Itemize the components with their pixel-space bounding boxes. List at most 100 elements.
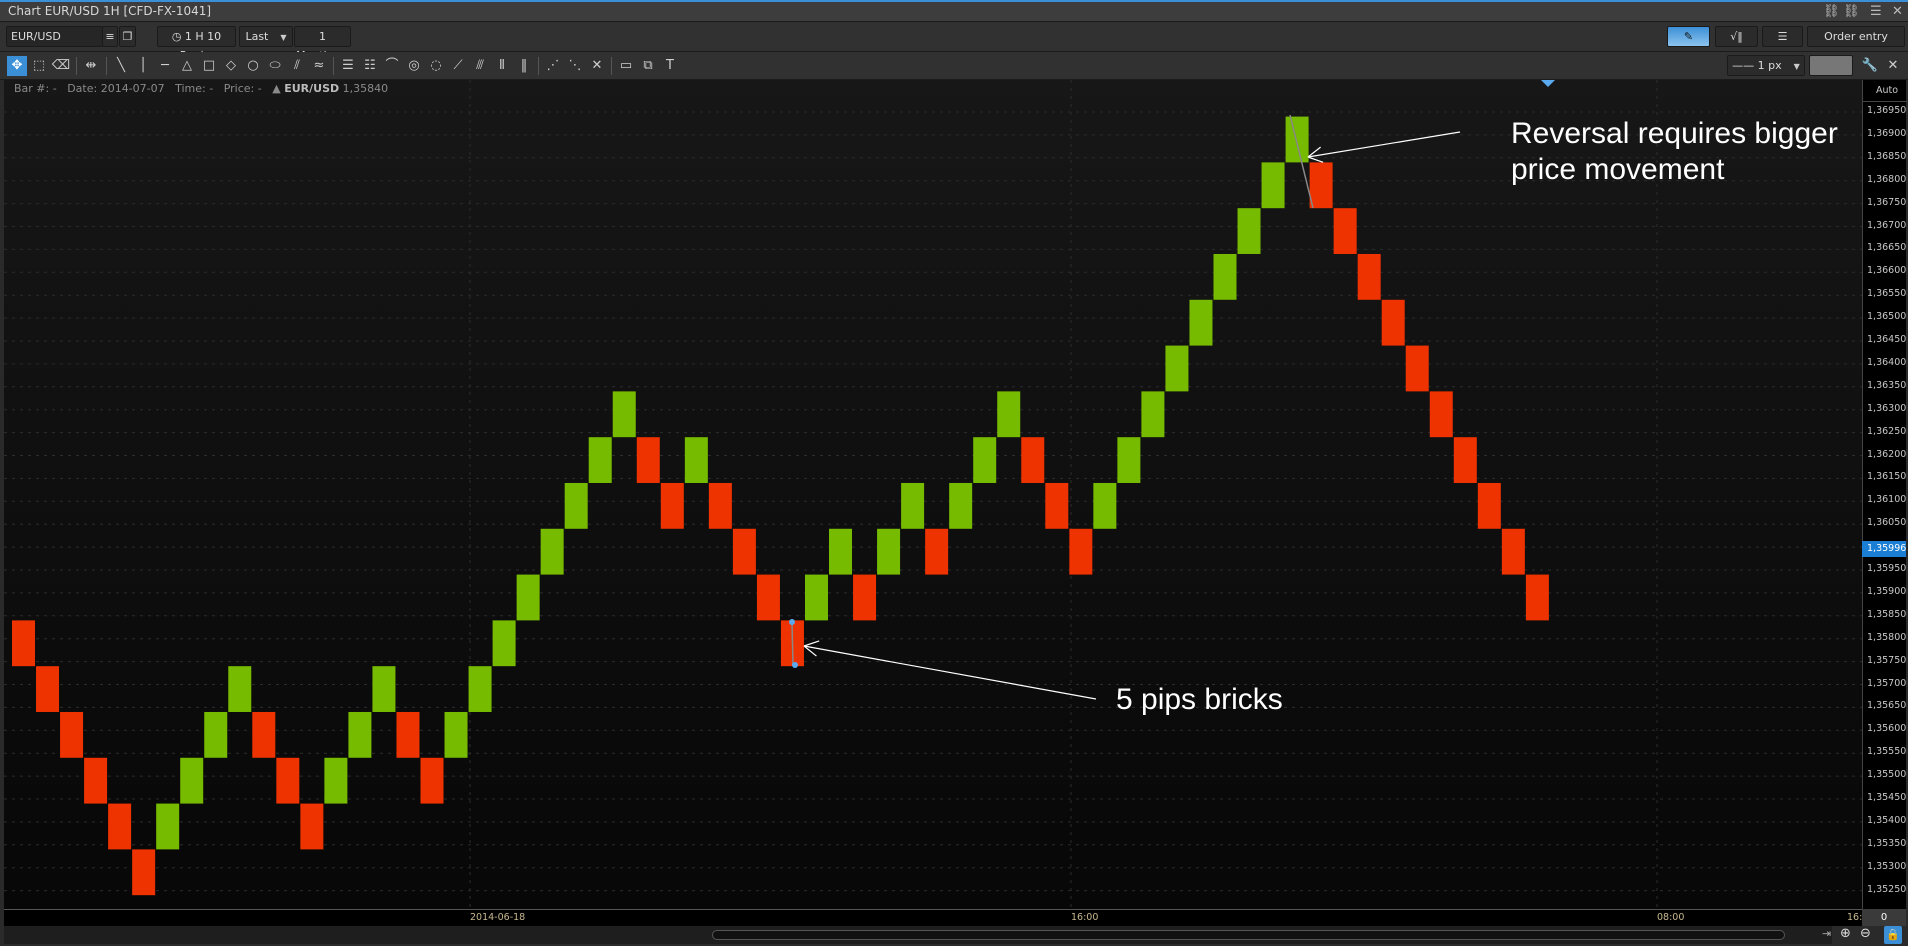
- time-axis[interactable]: 2014-06-18 16:00 08:00 16:00: [4, 909, 1874, 926]
- up-brick: [1165, 345, 1189, 392]
- up-brick: [444, 711, 468, 758]
- down-brick: [1429, 391, 1453, 438]
- down-brick: [1333, 208, 1357, 254]
- down-brick: [1357, 253, 1381, 300]
- price-tick-label: 1,35600: [1867, 723, 1907, 735]
- price-tick-label: 1,35650: [1867, 700, 1907, 712]
- up-brick: [1189, 299, 1213, 346]
- price-tick-label: 1,35700: [1867, 677, 1907, 689]
- down-brick: [1525, 574, 1549, 621]
- price-tick-label: 1,36250: [1867, 425, 1907, 437]
- bricks-arrow-head: [803, 640, 820, 647]
- up-brick: [901, 482, 925, 529]
- up-brick: [588, 437, 612, 483]
- up-brick: [804, 574, 828, 621]
- measure-handle[interactable]: [789, 619, 795, 625]
- price-tick-label: 1,35850: [1867, 608, 1907, 620]
- down-brick: [732, 528, 756, 575]
- up-brick: [877, 528, 901, 575]
- up-brick: [612, 391, 636, 438]
- down-brick: [708, 482, 732, 529]
- up-brick: [1237, 208, 1261, 254]
- up-brick: [204, 711, 228, 758]
- down-brick: [1309, 162, 1333, 209]
- price-tick-label: 1,36750: [1867, 196, 1907, 208]
- axis-mode[interactable]: Auto: [1876, 85, 1898, 96]
- down-brick: [1501, 528, 1525, 575]
- price-tick-label: 1,35450: [1867, 792, 1907, 803]
- zoom-in-icon[interactable]: ⊕: [1840, 926, 1851, 941]
- down-brick: [636, 437, 660, 483]
- axis-offset-value: 0: [1862, 909, 1906, 926]
- down-brick: [1045, 482, 1069, 529]
- up-brick: [1093, 482, 1117, 529]
- scrollbar-thumb[interactable]: [712, 930, 1785, 940]
- up-brick: [1285, 116, 1309, 163]
- up-brick: [372, 666, 396, 712]
- scroll-end-icon[interactable]: ⇥: [1822, 927, 1831, 940]
- lock-icon[interactable]: 🔒: [1884, 926, 1902, 944]
- annotation-reversal: Reversal requires bigger price movement: [1511, 117, 1838, 186]
- down-brick: [60, 711, 84, 758]
- price-tick-label: 1,36300: [1867, 402, 1907, 414]
- up-brick: [829, 528, 853, 575]
- time-tick-label: 2014-06-18: [470, 912, 526, 923]
- down-brick: [396, 711, 420, 758]
- price-tick-label: 1,36400: [1867, 356, 1907, 368]
- down-brick: [252, 711, 276, 758]
- price-tick-label: 1,35750: [1867, 654, 1907, 666]
- up-brick: [492, 620, 516, 667]
- down-brick: [1477, 482, 1501, 529]
- price-tick-label: 1,35250: [1867, 883, 1907, 895]
- up-brick: [949, 482, 973, 529]
- down-brick: [756, 574, 780, 621]
- price-tick-label: 1,36800: [1867, 173, 1907, 185]
- info-bar: Bar #: - Date: 2014-07-07 Time: - Price:…: [14, 82, 389, 95]
- bricks-arrow[interactable]: [803, 645, 1097, 700]
- price-tick-label: 1,35800: [1867, 631, 1907, 643]
- down-brick: [420, 757, 444, 804]
- down-brick: [853, 574, 877, 621]
- divider: [1863, 101, 1907, 102]
- down-brick: [300, 803, 324, 850]
- reversal-arrow[interactable]: [1307, 131, 1461, 158]
- down-brick: [12, 620, 35, 667]
- up-brick: [1213, 253, 1237, 300]
- price-tick-label: 1,35950: [1867, 563, 1907, 574]
- down-brick: [36, 666, 60, 712]
- up-triangle-icon: ▲: [272, 82, 281, 95]
- measure-line[interactable]: [791, 621, 794, 666]
- price-tick-label: 1,36900: [1867, 127, 1907, 139]
- zoom-out-icon[interactable]: ⊖: [1860, 926, 1871, 941]
- up-brick: [684, 437, 708, 483]
- down-brick: [1069, 528, 1093, 575]
- measure-handle[interactable]: [792, 662, 798, 668]
- price-tick-label: 1,36450: [1867, 334, 1907, 345]
- reversal-arrow-head: [1307, 156, 1324, 163]
- price-tick-label: 1,35350: [1867, 837, 1907, 849]
- up-brick: [1261, 162, 1285, 209]
- current-price-label: 1,35996: [1862, 541, 1906, 557]
- price-tick-label: 1,36950: [1867, 105, 1907, 116]
- down-brick: [1405, 345, 1429, 392]
- price-tick-label: 1,35900: [1867, 585, 1907, 597]
- up-brick: [228, 666, 252, 712]
- down-brick: [660, 482, 684, 529]
- price-tick-label: 1,35400: [1867, 814, 1907, 826]
- annotation-bricks: 5 pips bricks: [1116, 683, 1283, 716]
- price-tick-label: 1,36050: [1867, 517, 1907, 529]
- up-brick: [468, 666, 492, 712]
- marker-triangle-icon[interactable]: [1541, 80, 1555, 87]
- up-brick: [180, 757, 204, 804]
- down-brick: [925, 528, 949, 575]
- down-brick: [132, 849, 156, 896]
- up-brick: [516, 574, 540, 621]
- down-brick: [1453, 437, 1477, 483]
- time-tick-label: 08:00: [1657, 912, 1685, 923]
- price-tick-label: 1,36200: [1867, 448, 1907, 460]
- price-tick-label: 1,36550: [1867, 288, 1907, 300]
- up-brick: [348, 711, 372, 758]
- price-axis[interactable]: Auto 1,36950 1,36900 1,36850 1,36800 1,36750…: [1862, 80, 1907, 909]
- price-tick-label: 1,36100: [1867, 494, 1907, 506]
- down-brick: [276, 757, 300, 804]
